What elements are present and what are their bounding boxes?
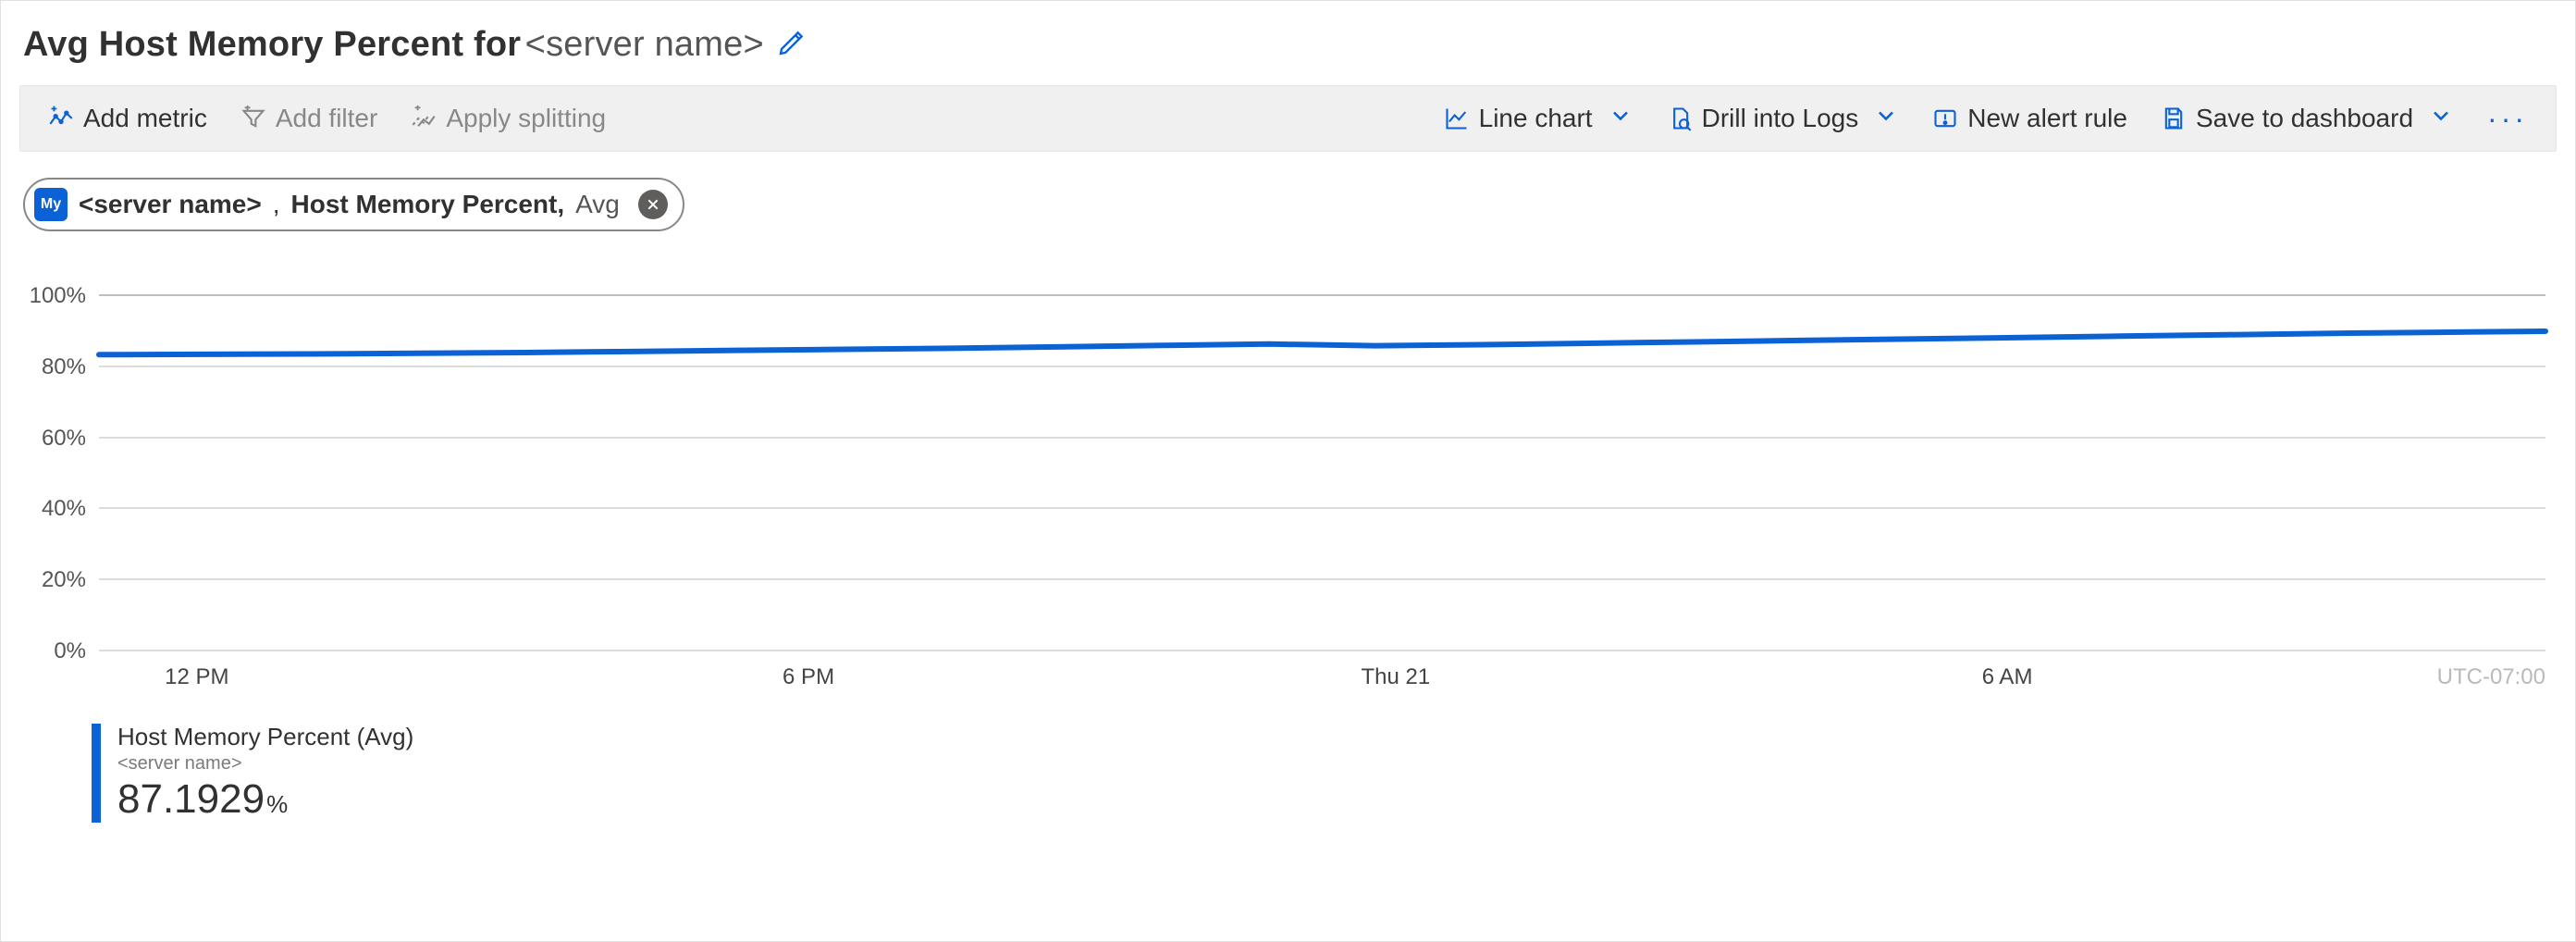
legend-body: Host Memory Percent (Avg) <server name> … [117,724,413,823]
metric-pill[interactable]: My <server name> , Host Memory Percent, … [23,178,684,231]
chart-card: Avg Host Memory Percent for <server name… [0,0,2576,942]
y-tick-label: 40% [42,496,99,522]
new-alert-rule-button[interactable]: New alert rule [1916,94,2144,143]
legend-server: <server name> [117,753,413,775]
add-filter-button[interactable]: Add filter [224,94,395,143]
series-layer [99,294,2545,650]
remove-metric-button[interactable] [638,190,668,219]
drill-logs-dropdown[interactable]: Drill into Logs [1650,93,1917,144]
apply-splitting-button[interactable]: Apply splitting [394,94,622,143]
metric-pill-metric: Host Memory Percent, [291,190,565,219]
x-axis: UTC-07:00 12 PM 6 PM Thu 21 6 AM [99,650,2545,703]
legend-color-bar [92,724,101,823]
chevron-down-icon [1608,103,1633,135]
save-icon [2161,105,2187,131]
chart-plot[interactable]: 100%80%60%40%20%0% [99,294,2545,650]
legend: Host Memory Percent (Avg) <server name> … [92,724,2557,823]
metric-pill-row: My <server name> , Host Memory Percent, … [19,152,2557,239]
more-menu-button[interactable]: ··· [2471,93,2545,145]
x-tick-label: Thu 21 [1361,664,1430,690]
new-alert-label: New alert rule [1967,104,2127,133]
add-metric-label: Add metric [83,104,207,133]
pencil-icon[interactable] [777,28,807,62]
mysql-resource-icon: My [34,188,68,221]
x-tick-label: 12 PM [165,664,228,690]
line-chart-icon [1444,105,1470,131]
x-tick-label: 6 PM [783,664,834,690]
y-tick-label: 80% [42,354,99,380]
legend-value-unit: % [266,790,288,818]
add-metric-icon [48,105,74,131]
y-tick-label: 0% [54,638,99,664]
chart-type-dropdown[interactable]: Line chart [1427,93,1650,144]
legend-value: 87.1929% [117,776,413,824]
chart-title-row: Avg Host Memory Percent for <server name… [19,18,2557,85]
save-dashboard-label: Save to dashboard [2196,104,2413,133]
chart-toolbar: Add metric Add filter Apply splitting [19,85,2557,152]
chevron-down-icon [1873,103,1899,135]
metric-pill-server: <server name> [79,190,262,219]
save-to-dashboard-dropdown[interactable]: Save to dashboard [2144,93,2471,144]
chart-title-server: <server name> [525,25,764,64]
timezone-label: UTC-07:00 [2437,664,2545,690]
metric-pill-aggregation: Avg [575,190,620,219]
chart-type-label: Line chart [1479,104,1593,133]
chart-area: 100%80%60%40%20%0% UTC-07:00 12 PM 6 PM Th… [31,294,2545,703]
chevron-down-icon [2428,103,2454,135]
chart-title-prefix: Avg Host Memory Percent for [23,25,521,64]
legend-value-number: 87.1929 [117,776,265,822]
add-metric-button[interactable]: Add metric [31,94,224,143]
filter-icon [240,105,266,131]
more-icon: ··· [2487,102,2528,136]
logs-icon [1667,105,1693,131]
drill-logs-label: Drill into Logs [1702,104,1859,133]
legend-metric: Host Memory Percent (Avg) [117,724,413,751]
apply-splitting-label: Apply splitting [446,104,606,133]
chart-title: Avg Host Memory Percent for <server name… [23,25,764,65]
split-icon [411,105,437,131]
y-tick-label: 20% [42,567,99,593]
y-tick-label: 100% [30,283,99,309]
x-tick-label: 6 AM [1982,664,2033,690]
metric-pill-comma: , [273,190,280,219]
alert-icon [1932,105,1958,131]
add-filter-label: Add filter [276,104,378,133]
y-tick-label: 60% [42,426,99,452]
